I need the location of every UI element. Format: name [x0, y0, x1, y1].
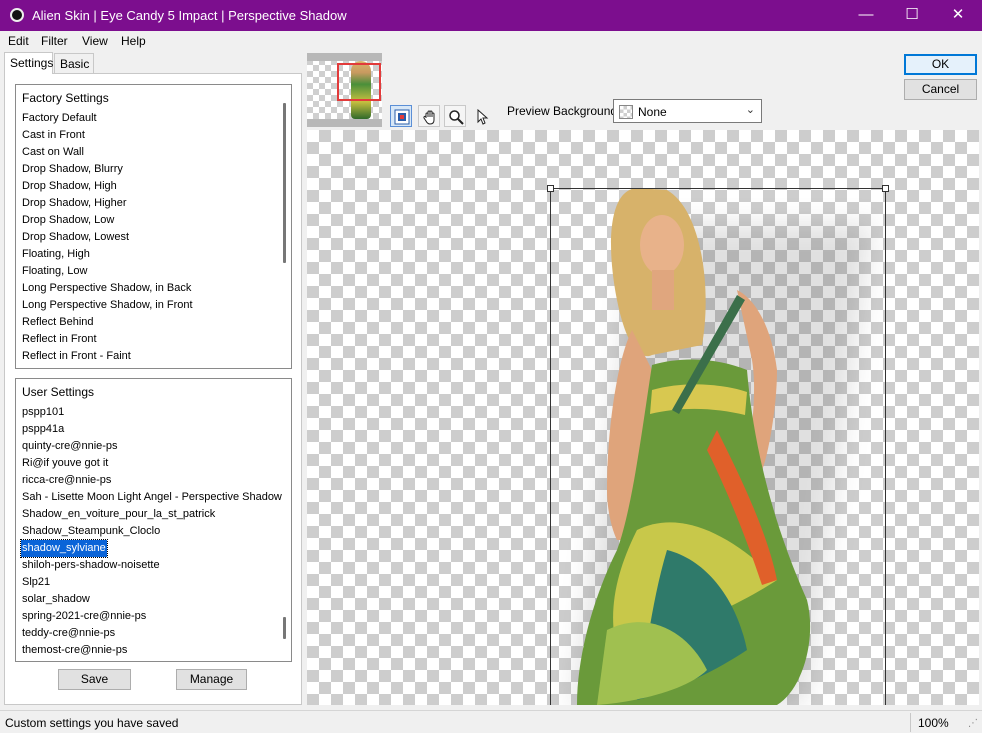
tab-settings[interactable]: Settings — [4, 52, 53, 74]
cancel-button[interactable]: Cancel — [904, 79, 977, 100]
user-list-scrollbar[interactable] — [283, 617, 286, 639]
resize-handle[interactable] — [882, 185, 889, 192]
arrow-pointer-icon[interactable] — [470, 105, 492, 127]
list-item[interactable]: Cast in Front — [21, 127, 86, 144]
resize-grip-icon[interactable]: ⋰ — [968, 718, 978, 729]
title-bar: Alien Skin | Eye Candy 5 Impact | Perspe… — [0, 0, 982, 31]
factory-settings-header: Factory Settings — [22, 91, 109, 105]
list-item[interactable]: ricca-cre@nnie-ps — [21, 472, 112, 489]
status-bar: Custom settings you have saved 100% ⋰ — [0, 710, 982, 733]
status-separator — [910, 713, 911, 732]
list-item[interactable]: Reflect in Front - Faint — [21, 348, 132, 365]
menu-filter[interactable]: Filter — [41, 34, 68, 48]
preview-thumbnail[interactable] — [307, 53, 382, 127]
alien-skin-icon — [10, 8, 24, 22]
preview-background-value: None — [638, 105, 667, 119]
thumbnail-bottom-strip — [307, 119, 382, 127]
minimize-button[interactable]: — — [843, 0, 889, 31]
list-item[interactable]: Drop Shadow, Higher — [21, 195, 128, 212]
maximize-button[interactable]: ☐ — [889, 0, 935, 31]
user-settings-list[interactable]: User Settings pspp101 pspp41a quinty-cre… — [15, 378, 292, 662]
window-title: Alien Skin | Eye Candy 5 Impact | Perspe… — [32, 8, 347, 23]
menu-edit[interactable]: Edit — [8, 34, 29, 48]
list-item[interactable]: Drop Shadow, Blurry — [21, 161, 124, 178]
chevron-down-icon[interactable]: ⌄ — [746, 103, 755, 116]
list-item[interactable]: spring-2021-cre@nnie-ps — [21, 608, 147, 625]
thumbnail-viewport-rect[interactable] — [337, 63, 381, 101]
factory-list-scrollbar[interactable] — [283, 103, 286, 263]
zoom-level: 100% — [918, 716, 949, 730]
preview-background-select[interactable]: None ⌄ — [613, 99, 762, 123]
list-item[interactable]: Ri@if youve got it — [21, 455, 109, 472]
menu-view[interactable]: View — [82, 34, 108, 48]
settings-panel: Factory Settings Factory Default Cast in… — [4, 73, 302, 705]
tab-basic[interactable]: Basic — [54, 53, 94, 74]
list-item[interactable]: solar_shadow — [21, 591, 91, 608]
zoom-icon[interactable] — [444, 105, 466, 127]
preview-background-label: Preview Background: — [507, 104, 621, 118]
list-item[interactable]: Slp21 — [21, 574, 51, 591]
resize-handle[interactable] — [547, 185, 554, 192]
list-item[interactable]: Long Perspective Shadow, in Front — [21, 297, 194, 314]
menu-help[interactable]: Help — [121, 34, 146, 48]
list-item[interactable]: Drop Shadow, High — [21, 178, 118, 195]
user-settings-header: User Settings — [22, 385, 95, 399]
list-item[interactable]: Floating, Low — [21, 263, 88, 280]
list-item[interactable]: Reflect in Front — [21, 331, 98, 348]
save-button[interactable]: Save — [58, 669, 131, 690]
preview-canvas[interactable] — [307, 130, 979, 705]
navigate-preview-icon[interactable] — [390, 105, 412, 127]
close-button[interactable]: ✕ — [935, 0, 981, 31]
list-item[interactable]: Cast on Wall — [21, 144, 85, 161]
list-item[interactable]: Drop Shadow, Lowest — [21, 229, 130, 246]
list-item[interactable]: Sah - Lisette Moon Light Angel - Perspec… — [21, 489, 283, 506]
list-item[interactable]: Factory Default — [21, 110, 98, 127]
transparent-swatch-icon — [619, 105, 633, 119]
list-item[interactable]: shiloh-pers-shadow-noisette — [21, 557, 161, 574]
list-item[interactable]: Long Perspective Shadow, in Back — [21, 280, 192, 297]
list-item[interactable]: quinty-cre@nnie-ps — [21, 438, 119, 455]
list-item-selected[interactable]: shadow_sylviane — [20, 539, 108, 558]
list-item[interactable]: Drop Shadow, Low — [21, 212, 115, 229]
list-item[interactable]: teddy-cre@nnie-ps — [21, 625, 116, 642]
thumbnail-top-strip — [307, 53, 382, 61]
selection-frame[interactable] — [550, 188, 886, 705]
list-item[interactable]: pspp101 — [21, 404, 65, 421]
menu-bar: Edit Filter View Help — [0, 31, 982, 51]
manage-button[interactable]: Manage — [176, 669, 247, 690]
hand-icon[interactable] — [418, 105, 440, 127]
list-item[interactable]: Shadow_Steampunk_Cloclo — [21, 523, 161, 540]
factory-settings-list[interactable]: Factory Settings Factory Default Cast in… — [15, 84, 292, 369]
list-item[interactable]: Floating, High — [21, 246, 91, 263]
list-item[interactable]: pspp41a — [21, 421, 65, 438]
list-item[interactable]: Shadow_en_voiture_pour_la_st_patrick — [21, 506, 216, 523]
list-item[interactable]: themost-cre@nnie-ps — [21, 642, 128, 659]
list-item[interactable]: Reflect Behind — [21, 314, 95, 331]
ok-button[interactable]: OK — [904, 54, 977, 75]
status-message: Custom settings you have saved — [5, 716, 179, 730]
